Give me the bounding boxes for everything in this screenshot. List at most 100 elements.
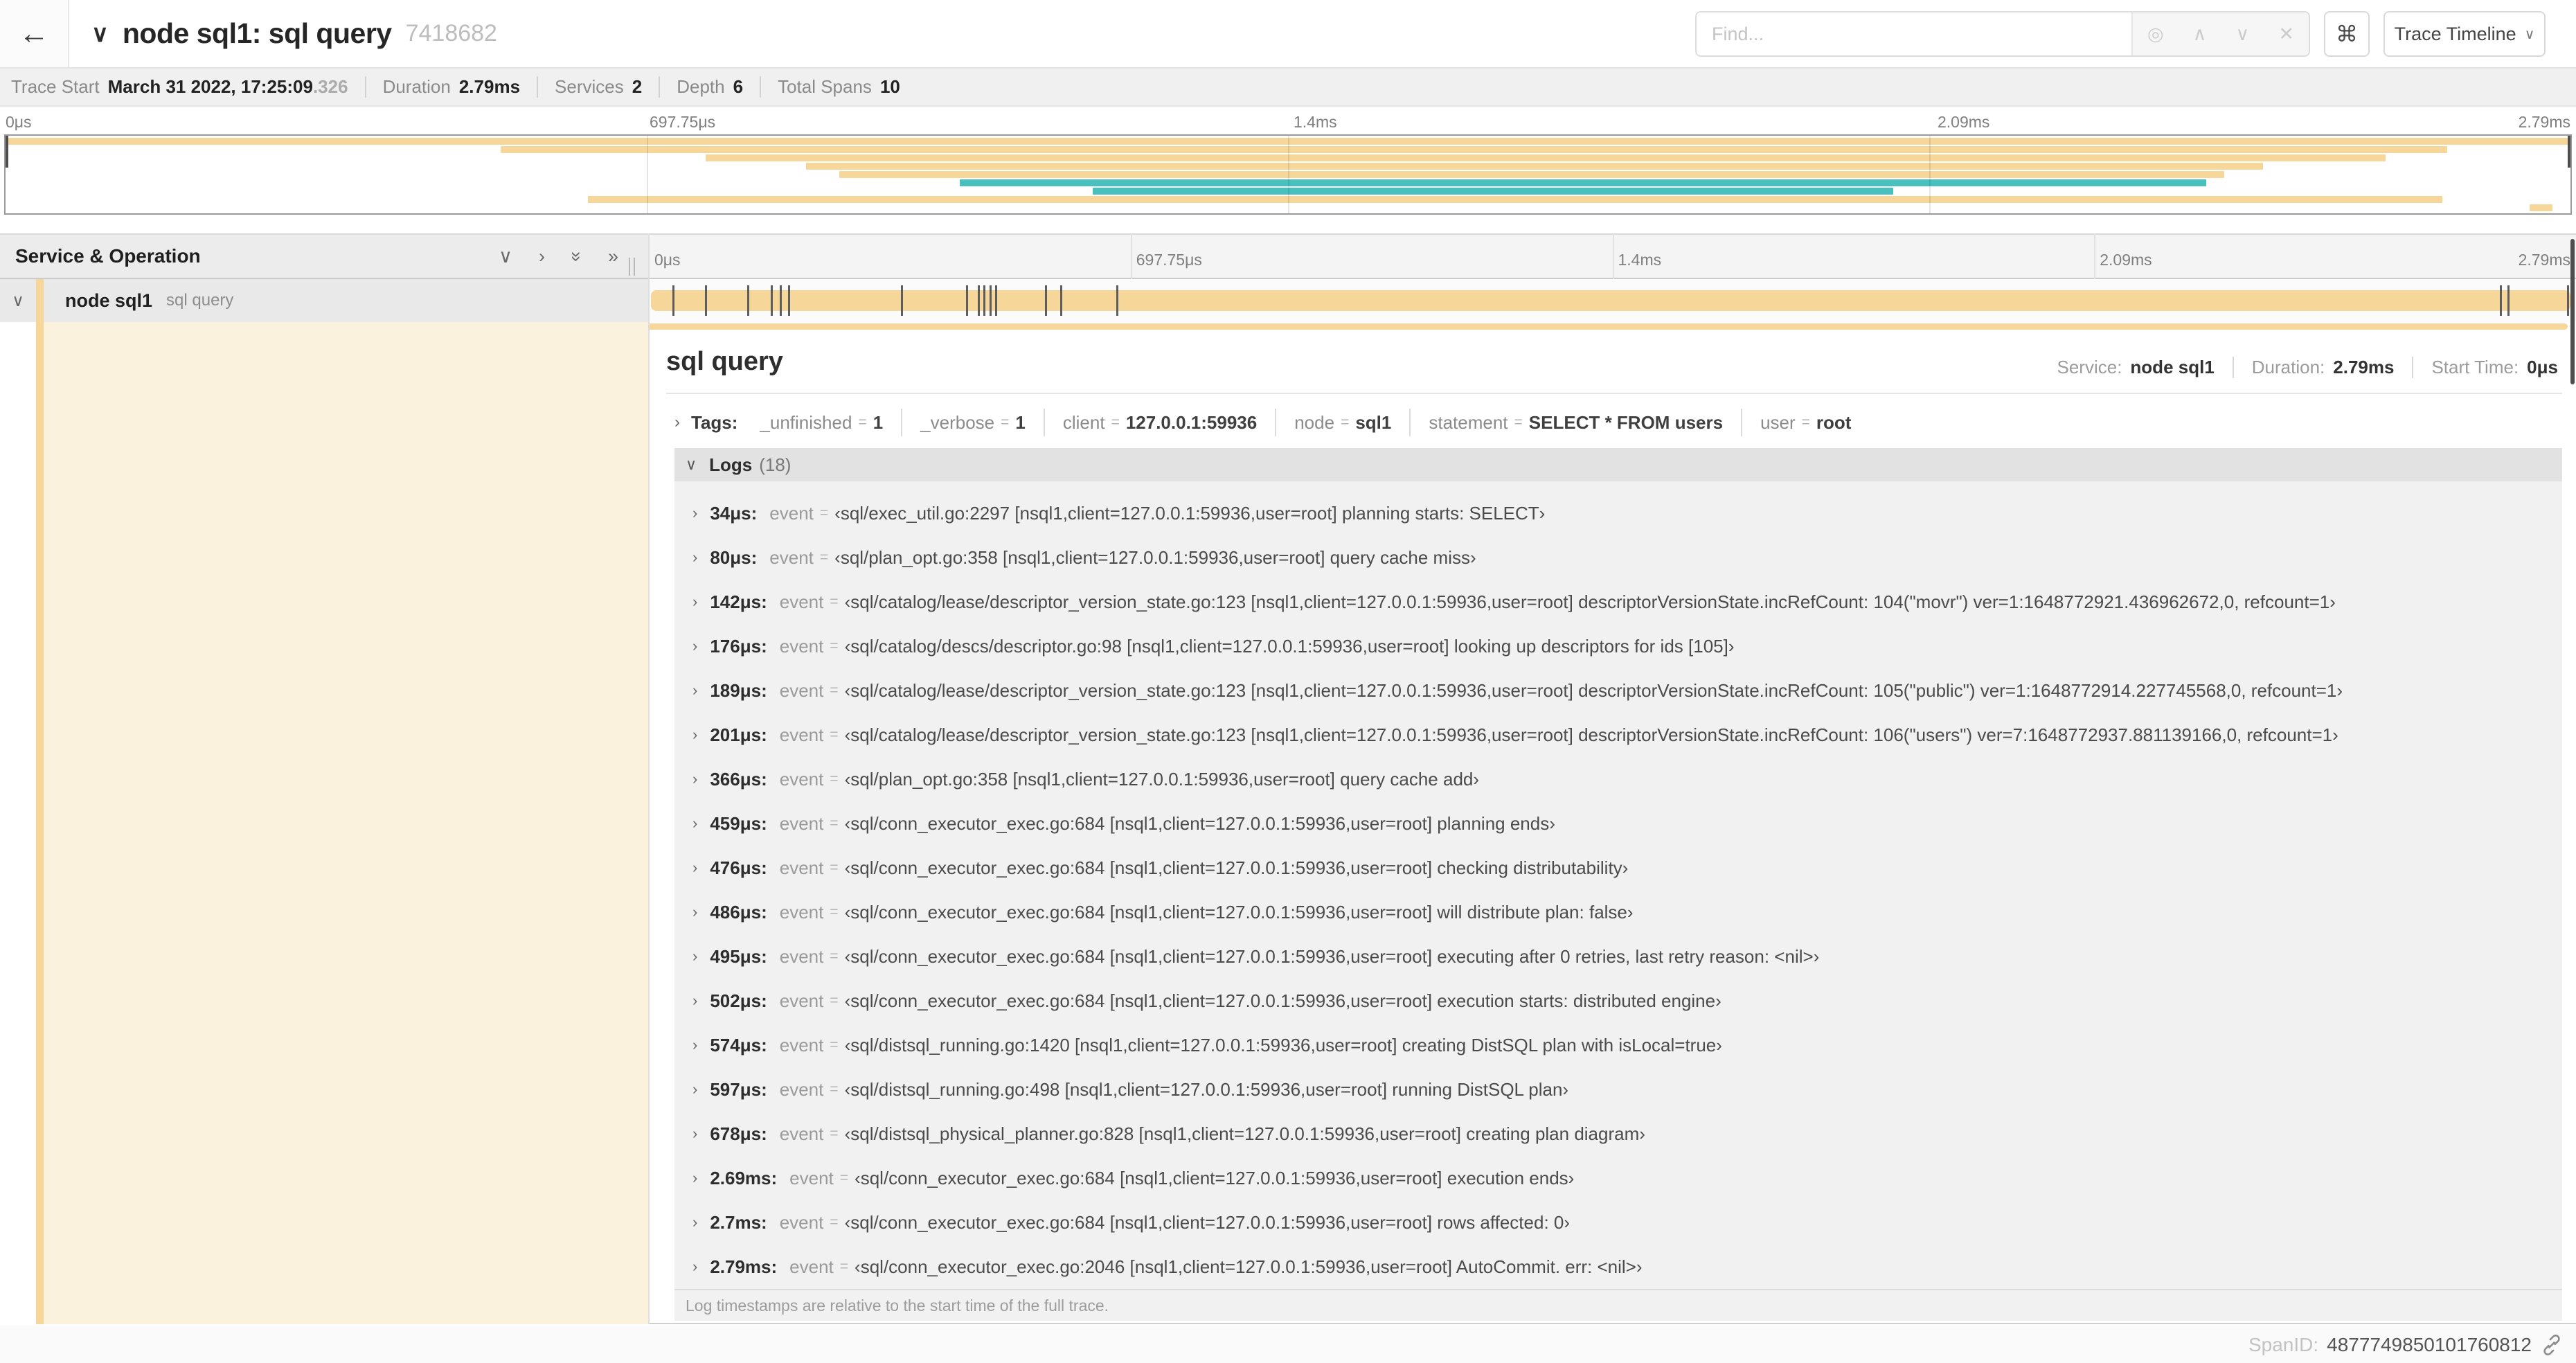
find-controls: ◎ ∧ ∨ ✕ — [2131, 12, 2309, 55]
minimap-span-bar[interactable] — [706, 154, 2386, 161]
minimap-span-bar[interactable] — [500, 146, 2448, 153]
log-entry[interactable]: › 189μs: event = ‹sql/catalog/lease/descript… — [674, 668, 2562, 713]
log-marker[interactable] — [994, 285, 997, 316]
log-entry[interactable]: › 495μs: event = ‹sql/conn_executor_exec.go:… — [674, 934, 2562, 979]
expand-one-icon[interactable]: › — [539, 246, 545, 267]
find-input[interactable] — [1697, 12, 2131, 55]
log-marker[interactable] — [770, 285, 773, 316]
log-field-key: event — [779, 945, 824, 967]
minimap-span-bar[interactable] — [839, 171, 2224, 178]
log-entry[interactable]: › 597μs: event = ‹sql/distsql_running.go:498… — [674, 1067, 2562, 1112]
find-clear-icon[interactable]: ✕ — [2278, 24, 2294, 45]
log-marker[interactable] — [966, 285, 969, 316]
log-entry[interactable]: › 34μs: event = ‹sql/exec_util.go:2297 [nsql… — [674, 491, 2562, 535]
column-resizer-grip[interactable] — [629, 258, 635, 276]
log-entry[interactable]: › 80μs: event = ‹sql/plan_opt.go:358 [nsql1,… — [674, 535, 2562, 580]
log-timestamp: 2.79ms: — [710, 1256, 778, 1277]
tag-item[interactable]: node = sql1 — [1275, 409, 1409, 436]
scrollbar-thumb[interactable] — [2570, 239, 2575, 384]
log-timestamp: 459μs: — [710, 812, 767, 834]
log-entry[interactable]: › 201μs: event = ‹sql/catalog/lease/descript… — [674, 713, 2562, 757]
log-entry[interactable]: › 142μs: event = ‹sql/catalog/lease/descript… — [674, 580, 2562, 624]
log-marker[interactable] — [978, 285, 980, 316]
log-entry[interactable]: › 486μs: event = ‹sql/conn_executor_exec.go:… — [674, 890, 2562, 934]
detail-left-column — [44, 322, 649, 1324]
collapse-one-icon[interactable]: ∨ — [499, 246, 512, 267]
log-marker[interactable] — [983, 285, 986, 316]
collapse-trace-icon[interactable]: ∨ — [91, 20, 109, 48]
collapse-all-icon[interactable]: » — [566, 251, 587, 261]
minimap-span-rows — [6, 136, 2570, 213]
minimap-row — [6, 145, 2570, 154]
log-marker[interactable] — [747, 285, 750, 316]
log-marker[interactable] — [2507, 285, 2510, 316]
span-row-bar-cell[interactable] — [649, 279, 2576, 322]
log-timestamp: 574μs: — [710, 1034, 767, 1055]
span-row-name-cell[interactable]: ∨ node sql1 sql query — [0, 279, 649, 322]
meta-value: 2 — [632, 76, 643, 97]
locate-icon[interactable]: ◎ — [2147, 24, 2164, 45]
log-marker[interactable] — [2567, 285, 2570, 316]
log-marker[interactable] — [1116, 285, 1118, 316]
log-entry[interactable]: › 2.7ms: event = ‹sql/conn_executor_exec.go:… — [674, 1200, 2562, 1245]
minimap-span-bar[interactable] — [959, 179, 2207, 186]
meta-value: 2.79ms — [458, 76, 521, 97]
log-marker[interactable] — [901, 285, 904, 316]
log-marker[interactable] — [1045, 285, 1048, 316]
find-prev-icon[interactable]: ∧ — [2193, 24, 2207, 45]
log-marker[interactable] — [780, 285, 782, 316]
log-entry[interactable]: › 176μs: event = ‹sql/catalog/descs/descript… — [674, 624, 2562, 668]
view-options-button[interactable]: Trace Timeline ∨ — [2383, 11, 2546, 57]
minimap-row — [6, 170, 2570, 179]
log-field-value: ‹sql/conn_executor_exec.go:684 [nsql1,cl… — [855, 1167, 1575, 1188]
tag-item[interactable]: client = 127.0.0.1:59936 — [1043, 409, 1275, 436]
minimap-span-bar[interactable] — [2529, 204, 2553, 211]
row-collapse-icon[interactable]: ∨ — [0, 291, 36, 311]
back-button[interactable]: ← — [0, 0, 69, 67]
log-entry[interactable]: › 366μs: event = ‹sql/plan_opt.go:358 [nsql1… — [674, 757, 2562, 801]
link-icon[interactable] — [2540, 1333, 2564, 1357]
minimap-scrubber-right[interactable] — [2568, 136, 2570, 168]
keyboard-shortcuts-button[interactable]: ⌘ — [2324, 11, 2370, 57]
log-marker[interactable] — [989, 285, 992, 316]
trace-id: 7418682 — [405, 20, 497, 46]
expand-all-icon[interactable]: » — [608, 246, 618, 267]
log-entry[interactable]: › 678μs: event = ‹sql/distsql_physical_plann… — [674, 1112, 2562, 1156]
tag-item[interactable]: _unfinished = 1 — [742, 409, 901, 436]
log-entry[interactable]: › 459μs: event = ‹sql/conn_executor_exec.go:… — [674, 801, 2562, 846]
log-field-value: ‹sql/catalog/lease/descriptor_version_st… — [844, 679, 2343, 701]
tag-item[interactable]: statement = SELECT * FROM users — [1409, 409, 1741, 436]
minimap-span-bar[interactable] — [587, 196, 2442, 203]
log-entry[interactable]: › 2.79ms: event = ‹sql/conn_executor_exec.go… — [674, 1245, 2562, 1289]
logs-count: (18) — [759, 454, 791, 475]
log-marker[interactable] — [2500, 285, 2503, 316]
service-operation-title: Service & Operation — [15, 245, 201, 267]
tag-item[interactable]: _verbose = 1 — [901, 409, 1044, 436]
find-next-icon[interactable]: ∨ — [2235, 24, 2249, 45]
minimap-span-bar[interactable] — [1093, 188, 1894, 195]
log-entry[interactable]: › 2.69ms: event = ‹sql/conn_executor_exec.go… — [674, 1156, 2562, 1200]
log-entry[interactable]: › 502μs: event = ‹sql/conn_executor_exec.go:… — [674, 979, 2562, 1023]
minimap-scrubber-left[interactable] — [6, 136, 8, 168]
log-marker[interactable] — [672, 285, 675, 316]
logs-header[interactable]: ∨ Logs (18) — [674, 448, 2562, 481]
tag-value: SELECT * FROM users — [1528, 411, 1724, 433]
log-marker[interactable] — [705, 285, 708, 316]
tag-item[interactable]: user = root — [1741, 409, 1869, 436]
equals-sign: = — [830, 815, 839, 831]
tags-row[interactable]: › Tags: _unfinished = 1 _verbose = 1 client = 12… — [668, 402, 2562, 443]
equals-sign: = — [1801, 414, 1810, 430]
chevron-right-icon: › — [692, 593, 698, 610]
equals-sign: = — [830, 859, 839, 875]
tag-value: sql1 — [1355, 411, 1392, 433]
span-operation-name: sql query — [166, 291, 234, 310]
minimap-span-bar[interactable] — [805, 163, 2263, 170]
log-entry[interactable]: › 574μs: event = ‹sql/distsql_running.go:142… — [674, 1023, 2562, 1067]
span-id-row: SpanID: 4877749850101760812 — [2248, 1330, 2564, 1360]
minimap-span-bar[interactable] — [6, 138, 2570, 145]
log-marker[interactable] — [787, 285, 790, 316]
log-marker[interactable] — [1060, 285, 1063, 316]
meta-value: 10 — [879, 76, 900, 97]
log-entry[interactable]: › 476μs: event = ‹sql/conn_executor_exec.go:… — [674, 846, 2562, 890]
minimap-canvas[interactable] — [4, 134, 2572, 215]
